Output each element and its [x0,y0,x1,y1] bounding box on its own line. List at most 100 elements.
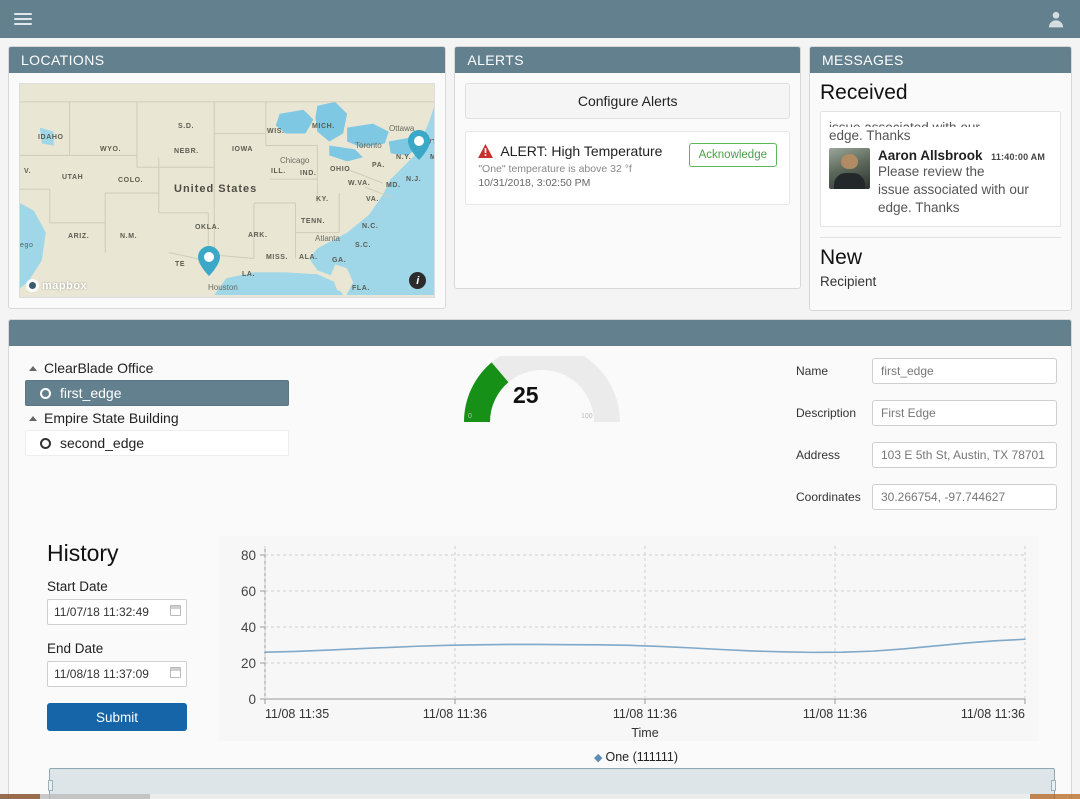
svg-text:60: 60 [241,584,256,599]
edge-properties-form: Name Description Address Coordinates [796,346,1071,528]
svg-text:0: 0 [248,692,256,707]
alert-timestamp: 10/31/2018, 3:02:50 PM [478,177,591,189]
message-clipped-preview: issue associated with our edge. Thanks [829,119,1052,144]
tree-item-second-edge[interactable]: second_edge [25,430,289,456]
calendar-icon[interactable] [170,667,181,678]
chart-legend[interactable]: ◆ One (111111) [219,750,1053,764]
gauge-value: 25 [513,382,539,408]
coordinates-field[interactable] [872,484,1057,510]
hamburger-bar [14,18,32,20]
caret-up-icon[interactable] [29,415,37,421]
alerts-panel-title: ALERTS [455,47,800,73]
background-window-sliver [0,794,1080,799]
map-basemap [20,84,435,296]
svg-text:40: 40 [241,620,256,635]
svg-text:20: 20 [241,656,256,671]
start-date-input[interactable] [47,599,187,625]
tree-group-empire-state-building[interactable]: Empire State Building [25,408,289,428]
address-label: Address [796,448,841,462]
history-chart[interactable]: 0 20 40 60 80 11/08 11:35 11/08 11:36 11/08 11:… [219,528,1071,764]
submit-button[interactable]: Submit [47,703,187,731]
hamburger-bar [14,13,32,15]
hamburger-icon[interactable] [14,10,32,28]
brush-handle-left[interactable] [48,780,53,791]
svg-text:11/08 11:36: 11/08 11:36 [613,707,677,721]
svg-text:11/08 11:36: 11/08 11:36 [961,707,1025,721]
history-section: History Start Date End Date Submit 0 20 40… [9,528,1071,764]
configure-alerts-button[interactable]: Configure Alerts [465,83,790,119]
messages-received-heading: Received [820,81,908,104]
messages-new-heading: New [820,246,863,269]
gauge-min-label: 0 [468,413,472,420]
radio-icon[interactable] [40,387,51,399]
legend-label: One (111111) [605,750,678,764]
message-text-line: Please review the [878,164,985,179]
brush-handle-right[interactable] [1051,780,1056,791]
mapbox-attribution-logo[interactable]: mapbox [26,279,87,292]
messages-divider [820,237,1061,238]
messages-panel: MESSAGES Received issue associated with … [809,46,1072,311]
pin-empire-state-building[interactable] [408,130,430,160]
tree-group-label: ClearBlade Office [44,360,154,376]
message-timestamp: 11:40:00 AM [991,152,1046,162]
svg-text:Time: Time [631,726,658,740]
tree-item-first-edge[interactable]: first_edge [25,380,289,406]
edge-detail-panel: ClearBlade Office first_edge Empire Stat… [8,319,1072,799]
start-date-label: Start Date [47,579,108,594]
end-date-input[interactable] [47,661,187,687]
messages-panel-body[interactable]: Received issue associated with our edge.… [810,73,1071,310]
end-date-label: End Date [47,641,104,656]
message-author: Aaron Allsbrook [878,148,983,163]
message-text-line: edge. Thanks [878,200,960,215]
svg-text:80: 80 [241,548,256,563]
edge-detail-top-row: ClearBlade Office first_edge Empire Stat… [9,344,1071,528]
mapbox-wordmark: mapbox [42,279,88,292]
description-field[interactable] [872,400,1057,426]
history-line-chart[interactable]: 0 20 40 60 80 11/08 11:35 11/08 11:36 11/08 11:… [219,536,1039,741]
location-map[interactable]: IDAHO WYO. S.D. WIS. MICH. VT. N.Y. MASS… [19,83,436,298]
coordinates-label: Coordinates [796,490,861,504]
form-row-address: Address [796,442,1057,468]
end-date-field-wrap [47,661,187,687]
locations-panel-body: IDAHO WYO. S.D. WIS. MICH. VT. N.Y. MASS… [9,73,445,308]
edge-tree: ClearBlade Office first_edge Empire Stat… [9,346,289,528]
gauge-column: 25 0 100 [289,344,796,528]
messages-received-list[interactable]: issue associated with our edge. Thanks A… [820,111,1061,227]
name-field[interactable] [872,358,1057,384]
alerts-panel: ALERTS Configure Alerts ALERT: High Temp… [454,46,801,289]
svg-text:11/08 11:36: 11/08 11:36 [423,707,487,721]
alert-item[interactable]: ALERT: High Temperature "One" temperatur… [465,131,790,205]
message-body: Aaron Allsbrook 11:40:00 AM Please revie… [878,148,1045,217]
description-label: Description [796,406,857,420]
recipient-label: Recipient [820,274,877,289]
calendar-icon[interactable] [170,605,181,616]
dashboard-panels-row: LOCATIONS IDAHO WYO. S.D. WIS. MICH. N.Y… [0,38,1080,311]
history-controls: History Start Date End Date Submit [9,528,219,764]
message-item[interactable]: Aaron Allsbrook 11:40:00 AM Please revie… [829,148,1052,217]
hamburger-bar [14,23,32,25]
top-app-bar [0,0,1080,38]
caret-up-icon[interactable] [29,365,37,371]
mapbox-mark-icon [26,279,39,292]
start-date-field-wrap [47,599,187,625]
pin-clearblade-office[interactable] [198,246,220,276]
alerts-panel-body: Configure Alerts ALERT: High Temperature… [455,73,800,288]
radio-icon[interactable] [40,437,51,449]
history-title: History [47,540,119,566]
message-header: Aaron Allsbrook 11:40:00 AM [878,148,1045,163]
temperature-gauge: 25 0 100 [455,344,630,431]
user-account-icon[interactable] [1046,9,1066,29]
tree-item-label: second_edge [60,435,145,451]
message-clipped-line-1: issue associated with our [829,119,1052,127]
tree-group-clearblade-office[interactable]: ClearBlade Office [25,358,289,378]
avatar [829,148,870,189]
alert-title-text: ALERT: High Temperature [500,143,663,159]
message-clipped-line-2: edge. Thanks [829,128,911,143]
form-row-name: Name [796,358,1057,384]
address-field[interactable] [872,442,1057,468]
form-row-description: Description [796,400,1057,426]
svg-text:11/08 11:35: 11/08 11:35 [265,707,329,721]
edge-detail-panel-header [9,320,1071,346]
acknowledge-button[interactable]: Acknowledge [688,143,777,167]
tree-group-label: Empire State Building [44,410,179,426]
